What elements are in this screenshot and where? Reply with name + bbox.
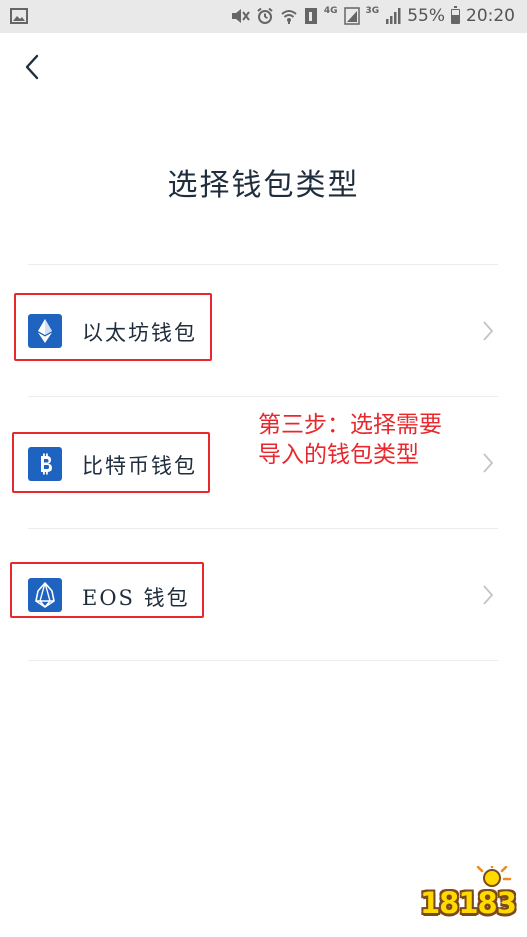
wallet-type-label: EOS 钱包 bbox=[82, 586, 190, 610]
wallet-type-ethereum[interactable]: 以太坊钱包 bbox=[0, 265, 527, 396]
ethereum-icon bbox=[28, 314, 62, 348]
chevron-right-icon bbox=[483, 453, 494, 473]
bitcoin-icon bbox=[28, 447, 62, 481]
divider bbox=[28, 660, 498, 661]
image-icon bbox=[10, 8, 28, 24]
clock: 20:20 bbox=[466, 6, 515, 26]
chevron-right-icon bbox=[483, 321, 494, 341]
back-button[interactable] bbox=[18, 50, 48, 84]
battery-icon bbox=[451, 5, 460, 24]
status-bar: 4G 3G 55% 20:20 bbox=[0, 0, 527, 33]
wifi-icon bbox=[281, 10, 297, 24]
battery-percent: 55% bbox=[407, 6, 445, 26]
mute-icon bbox=[231, 9, 250, 23]
annotation-line: 导入的钱包类型 bbox=[258, 442, 419, 468]
signal-icon bbox=[343, 7, 360, 25]
eos-icon bbox=[28, 578, 62, 612]
signal-icon bbox=[386, 8, 401, 24]
page-title: 选择钱包类型 bbox=[167, 168, 360, 203]
wallet-type-label: 以太坊钱包 bbox=[82, 321, 197, 345]
alarm-icon bbox=[257, 7, 273, 24]
annotation-line: 第三步：选择需要 bbox=[258, 412, 442, 438]
chevron-right-icon bbox=[483, 585, 494, 605]
watermark-logo: 18183 bbox=[418, 866, 518, 922]
sim-icon bbox=[304, 8, 317, 24]
wallet-type-label: 比特币钱包 bbox=[82, 454, 197, 478]
network-type-b: 3G bbox=[365, 6, 380, 16]
chevron-left-icon bbox=[25, 54, 39, 80]
network-type-a: 4G bbox=[323, 6, 338, 16]
annotation-text: 第三步：选择需要 导入的钱包类型 bbox=[258, 410, 478, 470]
status-bar-left bbox=[10, 8, 28, 28]
status-bar-right: 4G 3G 55% 20:20 bbox=[230, 5, 515, 26]
wallet-type-eos[interactable]: EOS 钱包 bbox=[0, 529, 527, 660]
watermark-text: 18183 bbox=[420, 886, 517, 920]
